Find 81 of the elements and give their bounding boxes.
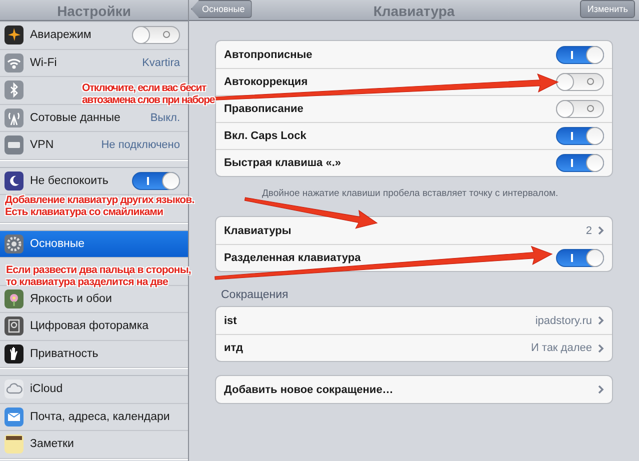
chevron-icon [598, 226, 604, 235]
settings-row[interactable]: Быстрая клавиша «.» [216, 149, 612, 176]
item-label: VPN [30, 139, 55, 152]
settings-row[interactable]: Добавить новое сокращение… [216, 376, 612, 403]
settings-row[interactable]: ist ipadstory.ru [216, 307, 612, 334]
toggle-switch[interactable] [556, 154, 604, 172]
item-label: Авиарежим [30, 29, 92, 42]
row-value: 2 [586, 224, 592, 236]
row-label: Правописание [224, 103, 304, 115]
annotation-text: Если развести два пальца в стороны, [6, 264, 191, 276]
toggle-switch[interactable] [556, 73, 604, 91]
settings-item[interactable]: Wi-Fi Kvartira [0, 50, 188, 77]
chevron-icon [598, 316, 604, 325]
annotation-text: Добавление клавиатур других языков. [5, 194, 194, 206]
toggle-switch[interactable] [556, 100, 604, 118]
flower-icon [4, 288, 24, 309]
settings-row[interactable]: Клавиатуры 2 [216, 217, 612, 244]
settings-item[interactable]: Почта, адреса, календари [0, 404, 188, 431]
item-label: Яркость и обои [30, 292, 113, 305]
annotation-text: то клавиатура разделится на две [6, 276, 168, 288]
settings-row[interactable]: Вкл. Caps Lock [216, 122, 612, 149]
annotation-text: автозамена слов при наборе [82, 94, 214, 106]
annotation-text: Отключите, если вас бесит [82, 82, 206, 94]
row-label: Быстрая клавиша «.» [224, 157, 342, 169]
settings-item[interactable]: Основные [0, 230, 188, 258]
row-value: ipadstory.ru [535, 314, 592, 326]
gear-icon [4, 234, 24, 254]
antenna-icon [4, 108, 24, 128]
section-header: Сокращения [220, 289, 290, 301]
item-label: iCloud [30, 383, 64, 396]
row-label: ist [224, 314, 238, 326]
row-label: Автокоррекция [224, 76, 309, 88]
row-label: Добавить новое сокращение… [224, 384, 394, 396]
annotation-text: Есть клавиатура со смайликами [5, 206, 164, 218]
settings-item[interactable]: Сотовые данные Выкл. [0, 104, 188, 132]
wifi-icon [4, 52, 24, 73]
item-value: Не подключено [101, 139, 180, 152]
hand-icon [4, 344, 24, 364]
item-label: Заметки [30, 438, 75, 450]
toggle-switch[interactable] [556, 46, 604, 64]
settings-item[interactable]: iCloud [0, 376, 188, 404]
settings-item[interactable]: Авиарежим [0, 22, 188, 50]
item-label: Почта, адреса, календари [30, 410, 171, 423]
moon-icon [4, 170, 24, 191]
notepad-icon [4, 434, 24, 454]
toggle-switch[interactable] [132, 26, 180, 44]
settings-item[interactable]: VPN Не подключено [0, 132, 188, 160]
settings-item[interactable]: Заметки [0, 431, 188, 458]
settings-item[interactable]: Приватность [0, 340, 188, 368]
airplane-icon [4, 25, 24, 46]
item-label: Wi-Fi [30, 56, 58, 69]
row-label: Вкл. Caps Lock [224, 130, 308, 142]
picture-frame-icon [4, 316, 24, 336]
item-value: Kvartira [142, 56, 180, 69]
toggle-switch[interactable] [556, 127, 604, 145]
toggle-switch[interactable] [556, 249, 604, 267]
item-label: Не беспокоить [30, 174, 110, 187]
vpn-icon [4, 135, 24, 156]
section-footer: Двойное нажатие клавиши пробела вставляет точку с интервалом. [262, 188, 558, 199]
row-value: И так далее [530, 342, 592, 354]
cloud-icon [4, 379, 24, 400]
mail-icon [4, 406, 24, 427]
toggle-switch[interactable] [132, 172, 180, 190]
row-label: Автопрописные [224, 48, 314, 60]
row-label: итд [224, 342, 244, 354]
chevron-icon [598, 385, 604, 394]
page-title: Клавиатура [373, 2, 455, 20]
sidebar-title: Настройки [57, 2, 131, 20]
item-label: Приватность [30, 348, 100, 360]
settings-item[interactable]: Не беспокоить [0, 168, 188, 195]
settings-item[interactable]: Цифровая фоторамка [0, 313, 188, 340]
settings-row[interactable]: итд И так далее [216, 334, 612, 361]
row-label: Разделенная клавиатура [224, 252, 362, 264]
item-label: Основные [30, 238, 86, 250]
item-value: Выкл. [150, 112, 180, 124]
chevron-icon [598, 344, 604, 352]
row-label: Клавиатуры [224, 224, 292, 236]
item-label: Сотовые данные [30, 112, 122, 124]
item-label: Цифровая фоторамка [30, 320, 150, 332]
bluetooth-icon [4, 80, 24, 100]
settings-row[interactable]: Автопрописные [216, 41, 612, 68]
